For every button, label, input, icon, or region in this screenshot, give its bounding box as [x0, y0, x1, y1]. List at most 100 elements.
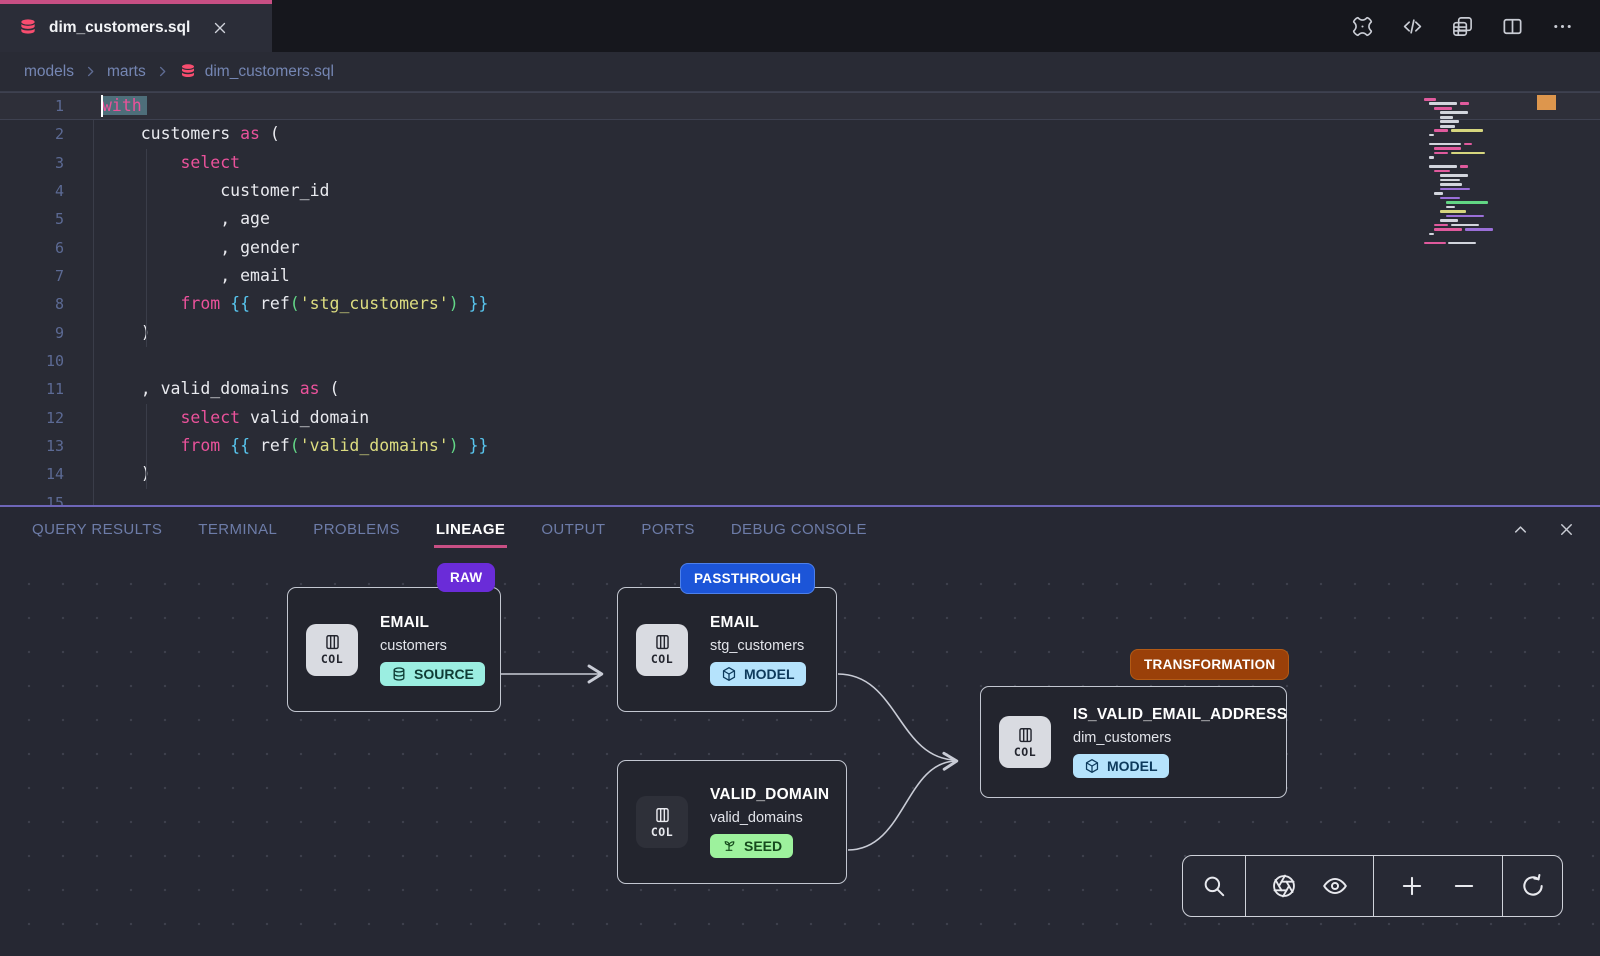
code-line: 10 — [0, 347, 1600, 375]
tag-model[interactable]: MODEL — [1073, 754, 1169, 778]
lineage-canvas[interactable]: COLEMAILcustomersSOURCE COLEMAILstg_custo… — [0, 553, 1600, 956]
code-token: , email — [101, 266, 290, 285]
code-token: from — [180, 436, 220, 455]
panel-tab-debug-console[interactable]: DEBUG CONSOLE — [731, 521, 867, 538]
panel-actions — [1511, 520, 1576, 539]
node-subtitle: valid_domains — [710, 810, 828, 826]
code-token — [220, 436, 230, 455]
minimap-segment — [1440, 210, 1466, 213]
line-number: 5 — [0, 205, 64, 233]
more-actions-icon[interactable] — [1551, 15, 1574, 38]
minimap-segment — [1451, 224, 1479, 227]
lineage-node-valid_domains[interactable]: COLVALID_DOMAINvalid_domainsSEED — [617, 760, 847, 884]
zoom-out-button[interactable] — [1451, 873, 1477, 899]
code-token — [101, 408, 180, 427]
code-token: ( — [290, 294, 300, 313]
lineage-node-customers[interactable]: COLEMAILcustomersSOURCE — [287, 587, 501, 712]
code-token: as — [300, 379, 320, 398]
minimap-segment — [1434, 224, 1448, 227]
code-line: 11 , valid_domains as ( — [0, 375, 1600, 403]
column-icon-label: COL — [321, 652, 343, 666]
minimap-segment — [1434, 152, 1448, 155]
code-editor[interactable]: 1with2 customers as (3 select4 customer_… — [0, 92, 1600, 505]
chevron-right-icon — [155, 64, 170, 79]
minimap-line — [1424, 170, 1528, 173]
minimap-line — [1424, 134, 1528, 137]
minimap-segment — [1434, 107, 1452, 110]
column-iconbox: COL — [999, 716, 1051, 768]
toolbar-group — [1502, 856, 1562, 916]
column-icon-label: COL — [651, 825, 673, 839]
tag-source[interactable]: SOURCE — [380, 662, 485, 686]
close-panel-icon[interactable] — [1557, 520, 1576, 539]
close-tab-icon[interactable] — [211, 19, 229, 37]
minimap-line — [1424, 156, 1528, 159]
minimap-line — [1424, 192, 1528, 195]
minimap-segment — [1429, 102, 1457, 105]
code-token: , gender — [101, 238, 300, 257]
indent-guide — [146, 404, 147, 489]
database-icon — [391, 666, 407, 682]
breadcrumb-item-marts[interactable]: marts — [107, 63, 146, 81]
split-editor-icon[interactable] — [1501, 15, 1524, 38]
dbt-logo-icon[interactable] — [1351, 15, 1374, 38]
zoom-in-button[interactable] — [1399, 873, 1425, 899]
minimap-segment — [1440, 111, 1468, 114]
line-number: 10 — [0, 347, 64, 375]
minimap-segment — [1429, 233, 1434, 236]
minimap-segment — [1440, 219, 1458, 222]
minimap-segment — [1440, 120, 1459, 123]
code-token: as — [240, 124, 260, 143]
panel-tab-terminal[interactable]: TERMINAL — [198, 521, 277, 538]
tag-model[interactable]: MODEL — [710, 662, 806, 686]
copy-results-icon[interactable] — [1451, 15, 1474, 38]
code-text — [64, 489, 101, 505]
collapse-panel-icon[interactable] — [1511, 520, 1530, 539]
minimap-line — [1424, 210, 1528, 213]
code-text: , age — [64, 205, 270, 233]
code-line: 12 select valid_domain — [0, 404, 1600, 432]
panel-tab-query-results[interactable]: QUERY RESULTS — [32, 521, 162, 538]
lineage-focus-button[interactable] — [1271, 873, 1297, 899]
indent-guide — [93, 120, 94, 505]
line-number: 7 — [0, 262, 64, 290]
panel-tab-problems[interactable]: PROBLEMS — [313, 521, 400, 538]
lineage-node-stg_customers[interactable]: COLEMAILstg_customersMODEL — [617, 587, 837, 712]
code-text: , valid_domains as ( — [64, 375, 339, 403]
minimap-line — [1424, 215, 1528, 218]
code-lines: 1with2 customers as (3 select4 customer_… — [0, 92, 1600, 505]
minimap-line — [1424, 147, 1528, 150]
panel-tab-output[interactable]: OUTPUT — [541, 521, 605, 538]
code-token: 'valid_domains' — [300, 436, 449, 455]
breadcrumb-file[interactable]: dim_customers.sql — [179, 63, 334, 81]
code-text: customer_id — [64, 177, 329, 205]
panel-tab-lineage[interactable]: LINEAGE — [436, 521, 505, 538]
line-number: 2 — [0, 120, 64, 148]
lineage-node-dim_customers[interactable]: COL IS_VALID_EMAIL_ADDRESSdim_customersMO… — [980, 686, 1287, 798]
minimap[interactable] — [1424, 98, 1528, 246]
code-text: , email — [64, 262, 290, 290]
bottom-panel: QUERY RESULTS TERMINAL PROBLEMS LINEAGE OUTP… — [0, 505, 1600, 956]
node-meta: IS_VALID_EMAIL_ADDRESSdim_customersMODEL — [1073, 706, 1268, 778]
minimap-line — [1424, 219, 1528, 222]
refresh-lineage-button[interactable] — [1520, 873, 1546, 899]
tab-dim-customers-sql[interactable]: dim_customers.sql — [0, 0, 272, 52]
compiled-code-icon[interactable] — [1401, 15, 1424, 38]
scrollbar-marker — [1537, 95, 1556, 110]
lineage-search-button[interactable] — [1201, 873, 1227, 899]
minimap-line — [1424, 120, 1528, 123]
tag-seed[interactable]: SEED — [710, 834, 793, 858]
columns-icon — [323, 633, 342, 652]
database-icon — [18, 18, 38, 38]
lineage-visibility-button[interactable] — [1322, 873, 1348, 899]
line-number: 1 — [0, 92, 64, 120]
minimap-line — [1424, 197, 1528, 200]
minimap-segment — [1429, 143, 1461, 146]
panel-tab-ports[interactable]: PORTS — [641, 521, 694, 538]
badge-transformation: TRANSFORMATION — [1130, 649, 1289, 680]
code-token: ( — [260, 124, 280, 143]
line-number: 15 — [0, 489, 64, 505]
minimap-line — [1424, 201, 1528, 204]
breadcrumb-item-models[interactable]: models — [24, 63, 74, 81]
code-token: {{ — [230, 436, 250, 455]
